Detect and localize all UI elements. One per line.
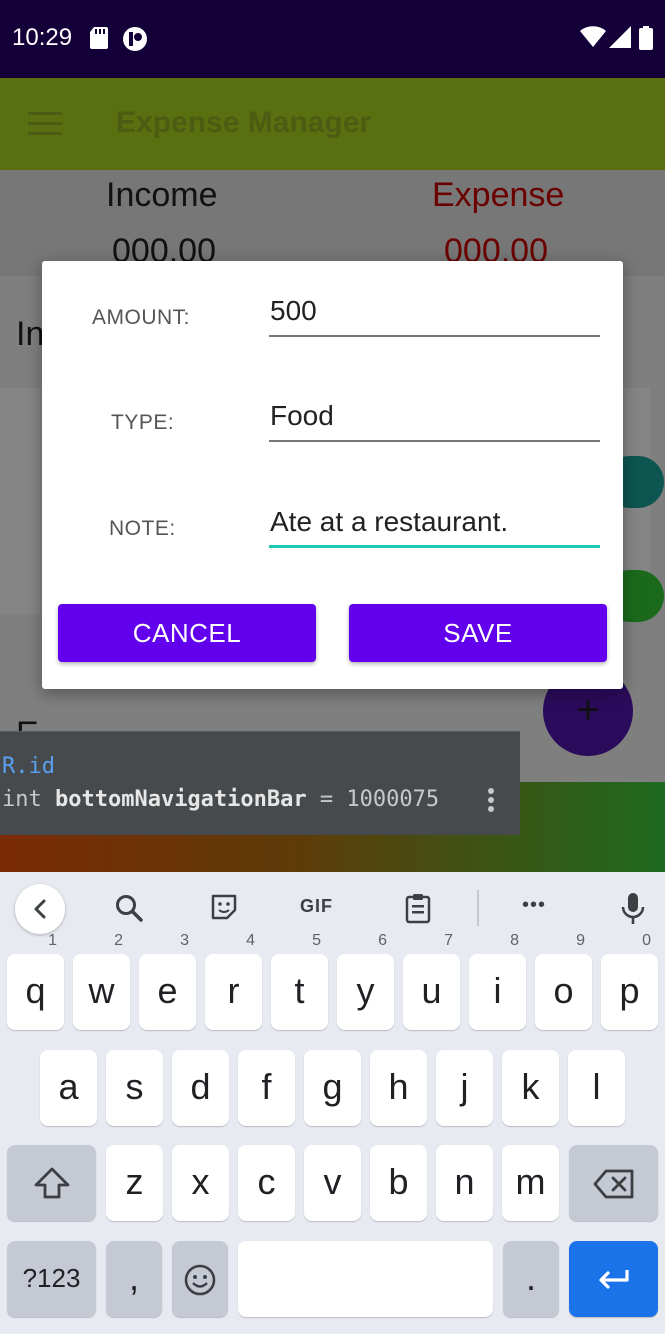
microphone-icon[interactable] xyxy=(620,892,646,931)
space-key[interactable] xyxy=(238,1241,493,1317)
amount-label: AMOUNT: xyxy=(92,306,190,329)
key-c[interactable]: c xyxy=(238,1145,295,1221)
emoji-key[interactable] xyxy=(172,1241,228,1317)
status-time: 10:29 xyxy=(12,24,73,51)
key-i-label: i xyxy=(493,970,502,1011)
key-r-label: r xyxy=(227,970,240,1011)
key-q-hint: 1 xyxy=(48,932,57,949)
key-y-hint: 6 xyxy=(378,932,387,949)
search-icon[interactable] xyxy=(113,892,145,929)
clipboard-icon[interactable] xyxy=(404,892,432,929)
key-l[interactable]: l xyxy=(568,1050,625,1126)
key-u-label: u xyxy=(421,970,442,1011)
key-y[interactable]: y6 xyxy=(337,932,394,1030)
key-i[interactable]: i8 xyxy=(469,932,526,1030)
key-o-label: o xyxy=(553,970,574,1011)
sticker-icon[interactable] xyxy=(209,892,239,927)
key-e-label: e xyxy=(157,970,178,1011)
key-u-hint: 7 xyxy=(444,932,453,949)
key-a[interactable]: a xyxy=(40,1050,97,1126)
type-field[interactable]: Food xyxy=(269,398,600,442)
key-b[interactable]: b xyxy=(370,1145,427,1221)
key-h[interactable]: h xyxy=(370,1050,427,1126)
key-j[interactable]: j xyxy=(436,1050,493,1126)
key-n[interactable]: n xyxy=(436,1145,493,1221)
key-m[interactable]: m xyxy=(502,1145,559,1221)
chevron-left-icon xyxy=(34,899,46,919)
key-s[interactable]: s xyxy=(106,1050,163,1126)
shift-key[interactable] xyxy=(7,1145,96,1221)
tooltip-class-name: R.id xyxy=(2,754,55,779)
keyboard-back-button[interactable] xyxy=(15,884,65,934)
key-q[interactable]: q1 xyxy=(7,932,64,1030)
status-bar: 10:29 xyxy=(0,0,665,78)
key-e[interactable]: e3 xyxy=(139,932,196,1030)
gif-icon[interactable]: GIF xyxy=(300,896,333,917)
income-label: Income xyxy=(106,176,218,214)
keyboard-toolbar: GIF ••• xyxy=(0,872,665,944)
backspace-icon xyxy=(593,1170,633,1199)
key-k[interactable]: k xyxy=(502,1050,559,1126)
key-o-hint: 9 xyxy=(576,932,585,949)
wifi-icon xyxy=(580,26,606,53)
backspace-key[interactable] xyxy=(569,1145,658,1221)
key-w-hint: 2 xyxy=(114,932,123,949)
tooltip-field-type: int xyxy=(2,787,55,812)
cell-signal-icon xyxy=(609,26,631,53)
key-f[interactable]: f xyxy=(238,1050,295,1126)
toolbar-divider xyxy=(477,890,479,926)
key-p-label: p xyxy=(619,970,640,1011)
key-x[interactable]: x xyxy=(172,1145,229,1221)
period-key[interactable]: . xyxy=(503,1241,559,1317)
tooltip-field-name: bottomNavigationBar xyxy=(54,787,307,812)
save-button[interactable]: SAVE xyxy=(349,604,607,662)
key-u[interactable]: u7 xyxy=(403,932,460,1030)
soft-keyboard: GIF ••• q1 w2 e3 r4 t5 y6 u7 i8 o9 p0 a … xyxy=(0,872,665,1334)
key-y-label: y xyxy=(356,970,375,1011)
key-z[interactable]: z xyxy=(106,1145,163,1221)
section-heading-partial: In xyxy=(16,315,45,353)
sd-card-icon xyxy=(89,26,109,55)
emoji-icon xyxy=(184,1265,216,1296)
battery-icon xyxy=(639,26,653,55)
expense-label: Expense xyxy=(432,176,565,214)
amount-field[interactable]: 500 xyxy=(269,293,600,337)
enter-key[interactable] xyxy=(569,1241,658,1317)
key-d[interactable]: d xyxy=(172,1050,229,1126)
add-expense-dialog: AMOUNT: 500 TYPE: Food NOTE: Ate at a re… xyxy=(42,261,623,689)
key-w-label: w xyxy=(88,970,115,1011)
key-r[interactable]: r4 xyxy=(205,932,262,1030)
key-e-hint: 3 xyxy=(180,932,189,949)
note-label: NOTE: xyxy=(109,517,176,540)
key-t-label: t xyxy=(294,970,305,1011)
hamburger-menu-icon[interactable] xyxy=(28,112,62,136)
key-o[interactable]: o9 xyxy=(535,932,592,1030)
symbols-key[interactable]: ?123 xyxy=(7,1241,96,1317)
note-field[interactable]: Ate at a restaurant. xyxy=(269,504,600,548)
key-g[interactable]: g xyxy=(304,1050,361,1126)
debug-tooltip: R.id int bottomNavigationBar = 1000075 xyxy=(0,731,520,835)
cancel-button[interactable]: CANCEL xyxy=(58,604,316,662)
key-t-hint: 5 xyxy=(312,932,321,949)
tooltip-field-line: int bottomNavigationBar = 1000075 xyxy=(2,787,439,812)
key-t[interactable]: t5 xyxy=(271,932,328,1030)
enter-arrow-icon xyxy=(598,1270,629,1290)
key-i-hint: 8 xyxy=(510,932,519,949)
app-bar: Expense Manager xyxy=(0,78,665,170)
more-vert-icon[interactable] xyxy=(486,788,496,816)
key-q-label: q xyxy=(25,970,46,1011)
app-title: Expense Manager xyxy=(116,106,372,139)
type-label: TYPE: xyxy=(111,411,175,434)
key-r-hint: 4 xyxy=(246,932,255,949)
more-options-icon[interactable]: ••• xyxy=(522,894,546,917)
tooltip-field-value: = 1000075 xyxy=(306,787,440,812)
shift-icon xyxy=(34,1168,69,1199)
key-p-hint: 0 xyxy=(642,932,651,949)
key-w[interactable]: w2 xyxy=(73,932,130,1030)
app-notification-icon xyxy=(122,26,148,57)
key-v[interactable]: v xyxy=(304,1145,361,1221)
comma-key[interactable]: , xyxy=(106,1241,162,1317)
key-p[interactable]: p0 xyxy=(601,932,658,1030)
